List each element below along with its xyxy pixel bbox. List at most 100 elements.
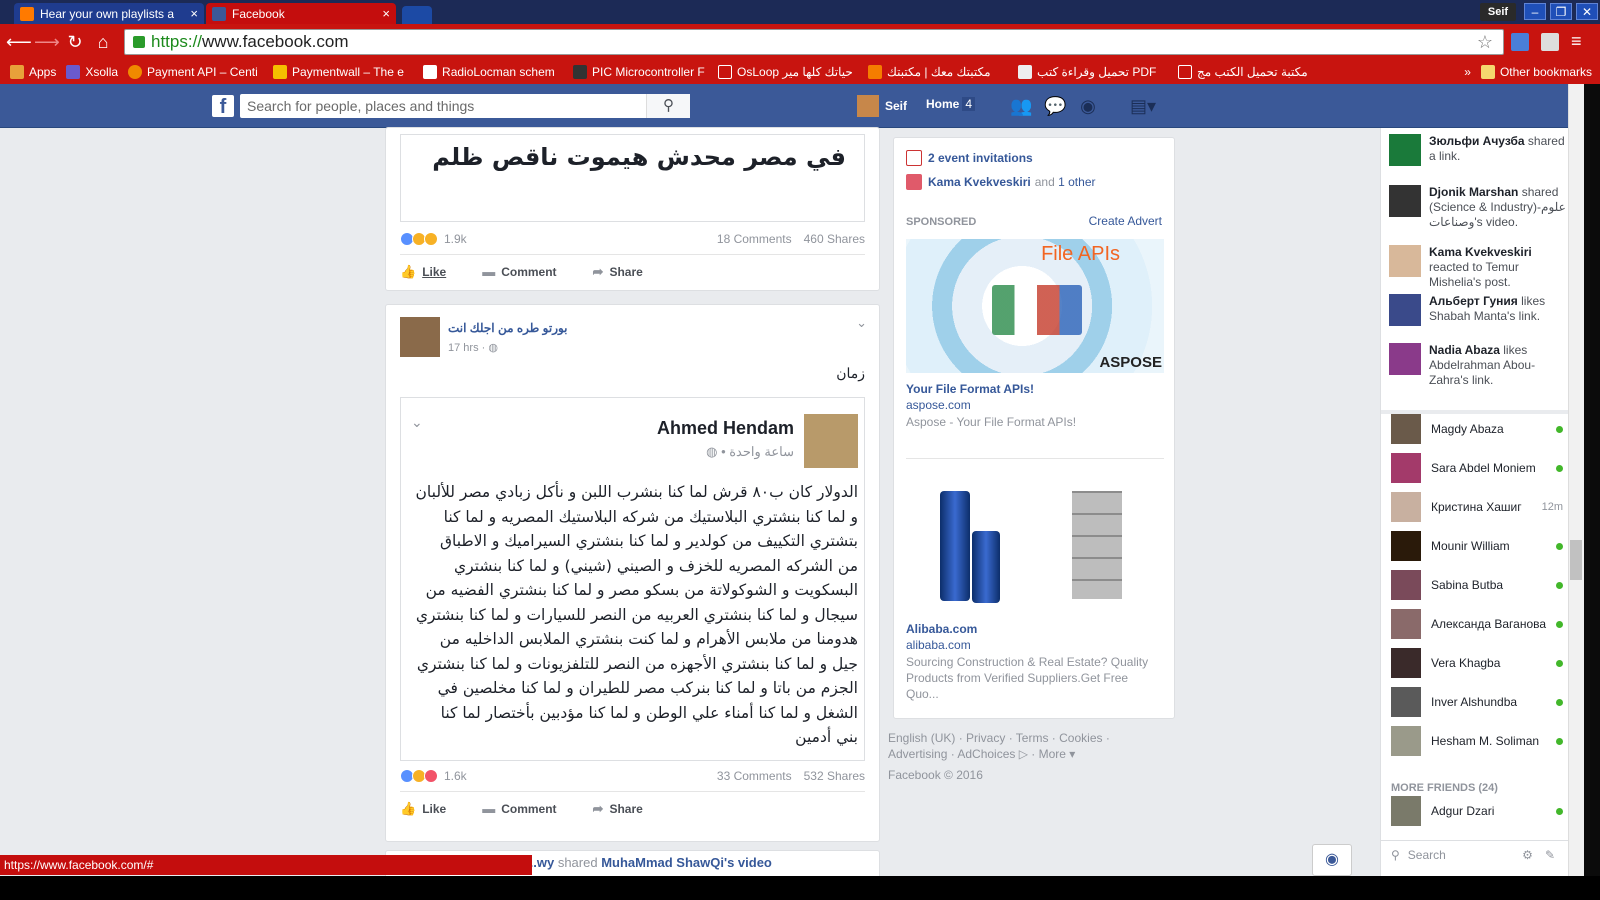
extension-icon[interactable] <box>1541 33 1559 51</box>
chat-friend[interactable]: Sabina Butba <box>1391 568 1567 602</box>
forward-icon[interactable]: ⟶ <box>34 31 60 53</box>
share-count[interactable]: 532 Shares <box>804 769 865 783</box>
restore-icon[interactable]: ❐ <box>1550 3 1572 20</box>
chat-friend[interactable]: Adgur Dzari <box>1391 794 1567 828</box>
tab-facebook[interactable]: Facebook × <box>206 3 396 24</box>
chevron-down-icon[interactable]: ⌄ <box>411 414 423 431</box>
avatar[interactable] <box>804 414 858 468</box>
search-icon[interactable]: ⚲ <box>646 94 690 118</box>
bookmark-item[interactable]: Payment API – Centi <box>128 65 263 79</box>
translate-icon[interactable] <box>1511 33 1529 51</box>
bookmark-item[interactable]: مكتبتك معك | مكتبتك <box>868 65 1008 79</box>
page-footer[interactable]: English (UK) · Privacy · Terms · Cookies… <box>888 730 1178 783</box>
chat-search-input[interactable]: ⚲ Search ⚙ ✎ <box>1381 840 1569 868</box>
event-invitations[interactable]: 2 event invitations <box>906 150 1037 166</box>
address-bar[interactable]: https://www.facebook.com ☆ <box>124 29 1504 55</box>
avatar[interactable] <box>400 317 440 357</box>
online-indicator <box>1556 620 1563 628</box>
close-window-icon[interactable]: ✕ <box>1576 3 1598 20</box>
shared-post[interactable]: ⌄ Ahmed Hendam ساعة واحدة • ◍ الدولار كا… <box>400 397 865 761</box>
post-timestamp[interactable]: 17 hrs · ◍ <box>448 341 498 354</box>
ad-domain[interactable]: aspose.com <box>906 398 971 412</box>
friend-requests-icon[interactable]: 👥 <box>1010 96 1032 116</box>
menu-icon[interactable]: ≡ <box>1571 31 1582 52</box>
reload-icon[interactable]: ↻ <box>64 31 86 53</box>
chat-friend[interactable]: Sara Abdel Moniem <box>1391 451 1567 485</box>
shared-post-body: الدولار كان ب٨٠ قرش لما كنا بنشرب اللبن … <box>415 483 858 746</box>
scrollbar-thumb[interactable] <box>1570 540 1582 580</box>
reaction-count[interactable]: 1.9k <box>444 232 467 246</box>
other-bookmarks[interactable]: Other bookmarks <box>1480 65 1592 79</box>
minimize-icon[interactable]: – <box>1524 3 1546 20</box>
shared-timestamp[interactable]: ساعة واحدة • ◍ <box>706 444 794 460</box>
feed-post: في مصر محدش هيموت ناقص ظلم 1.9k 18 Comme… <box>385 127 880 291</box>
ad-image[interactable] <box>906 458 1164 603</box>
profile-link[interactable]: Seif <box>857 95 907 117</box>
comment-count[interactable]: 33 Comments <box>717 769 792 783</box>
home-icon[interactable]: ⌂ <box>92 31 114 53</box>
bookmark-item[interactable]: تحميل وقراءة كتب PDF <box>1018 65 1168 79</box>
tab-playlists[interactable]: Hear your own playlists a × <box>14 3 204 24</box>
ticker-item[interactable]: Kama Kvekveskiri reacted to Temur Mishel… <box>1389 245 1567 290</box>
notifications-globe-icon[interactable]: ◉ <box>1077 96 1099 116</box>
online-indicator <box>1556 464 1563 472</box>
new-tab-button[interactable] <box>402 6 432 24</box>
home-link[interactable]: Home 4 <box>926 97 976 111</box>
shared-author[interactable]: Ahmed Hendam <box>657 418 794 439</box>
bookmark-item[interactable]: Paymentwall – The e <box>273 65 413 79</box>
profile-chip[interactable]: Seif <box>1480 3 1516 21</box>
share-button[interactable]: ➦ Share <box>593 801 643 817</box>
like-button[interactable]: 👍 Like <box>400 264 446 280</box>
ticker-item[interactable]: Зюльфи Ачузба shared a link. <box>1389 134 1567 166</box>
star-icon[interactable]: ☆ <box>1477 32 1493 53</box>
share-count[interactable]: 460 Shares <box>804 232 865 246</box>
chat-friend[interactable]: Inver Alshundba <box>1391 685 1567 719</box>
compose-icon[interactable]: ✎ <box>1545 848 1555 862</box>
bookmark-apps[interactable]: Apps <box>10 65 56 79</box>
chat-friend[interactable]: Vera Khagba <box>1391 646 1567 680</box>
avatar <box>1391 726 1421 756</box>
ticker-item[interactable]: Nadia Abaza likes Abdelrahman Abou-Zahra… <box>1389 343 1567 388</box>
facebook-search-input[interactable]: Search for people, places and things <box>240 94 690 118</box>
ticker-item[interactable]: Djonik Marshan shared (Science & Industr… <box>1389 185 1567 230</box>
bookmark-item[interactable]: PIC Microcontroller F <box>573 65 708 79</box>
chat-friend[interactable]: Кристина Хашиг 12m <box>1391 490 1567 524</box>
post-stats: 1.6k 33 Comments 532 Shares <box>400 769 865 783</box>
ad-title[interactable]: Alibaba.com <box>906 622 977 636</box>
comment-count[interactable]: 18 Comments <box>717 232 792 246</box>
gear-icon[interactable]: ⚙ <box>1522 848 1533 862</box>
bookmark-item[interactable]: مكتبة تحميل الكتب مج <box>1178 65 1328 79</box>
chat-friend[interactable]: Magdy Abaza <box>1391 412 1567 446</box>
birthdays[interactable]: Kama Kvekveskiri and 1 other <box>906 174 1095 190</box>
reaction-count[interactable]: 1.6k <box>444 769 467 783</box>
post-header[interactable]: ...wy shared MuhaMmad ShawQi's video <box>526 855 772 870</box>
back-icon[interactable]: ⟵ <box>6 31 32 53</box>
bookmark-item[interactable]: Xsolla <box>66 65 118 79</box>
post-author[interactable]: بورتو طره من اجلك انت <box>448 321 568 335</box>
avatar <box>1389 245 1421 277</box>
comment-button[interactable]: ▬ Comment <box>482 264 556 279</box>
chat-friend[interactable]: Mounir William <box>1391 529 1567 563</box>
chat-friend[interactable]: Александа Ваганова <box>1391 607 1567 641</box>
ad-domain[interactable]: alibaba.com <box>906 638 971 652</box>
create-advert-link[interactable]: Create Advert <box>1089 214 1162 228</box>
like-button[interactable]: 👍 Like <box>400 801 446 817</box>
bookmarks-overflow-icon[interactable]: » <box>1464 65 1471 79</box>
share-button[interactable]: ➦ Share <box>593 264 643 280</box>
comment-button[interactable]: ▬ Comment <box>482 801 556 816</box>
ticker-item[interactable]: Альберт Гуния likes Shabah Manta's link. <box>1389 294 1567 326</box>
chat-globe-icon[interactable]: ◉ <box>1312 844 1352 876</box>
ad-image[interactable]: File APIs ASPOSE <box>906 239 1164 373</box>
account-menu-icon[interactable]: ▤▾ <box>1126 96 1160 116</box>
messages-icon[interactable]: 💬 <box>1044 96 1066 116</box>
close-icon[interactable]: × <box>382 6 390 21</box>
bookmark-item[interactable]: RadioLocman schem <box>423 65 563 79</box>
chat-friend[interactable]: Hesham M. Soliman <box>1391 724 1567 758</box>
close-icon[interactable]: × <box>190 6 198 21</box>
facebook-logo[interactable]: f <box>212 95 234 118</box>
chevron-down-icon[interactable]: ⌄ <box>856 315 867 331</box>
ad-title[interactable]: Your File Format APIs! <box>906 382 1034 396</box>
bookmark-favicon-icon <box>1178 65 1193 79</box>
bookmark-item[interactable]: OsLoop حياتك كلها مير <box>718 65 858 79</box>
page-scrollbar[interactable] <box>1568 84 1584 900</box>
